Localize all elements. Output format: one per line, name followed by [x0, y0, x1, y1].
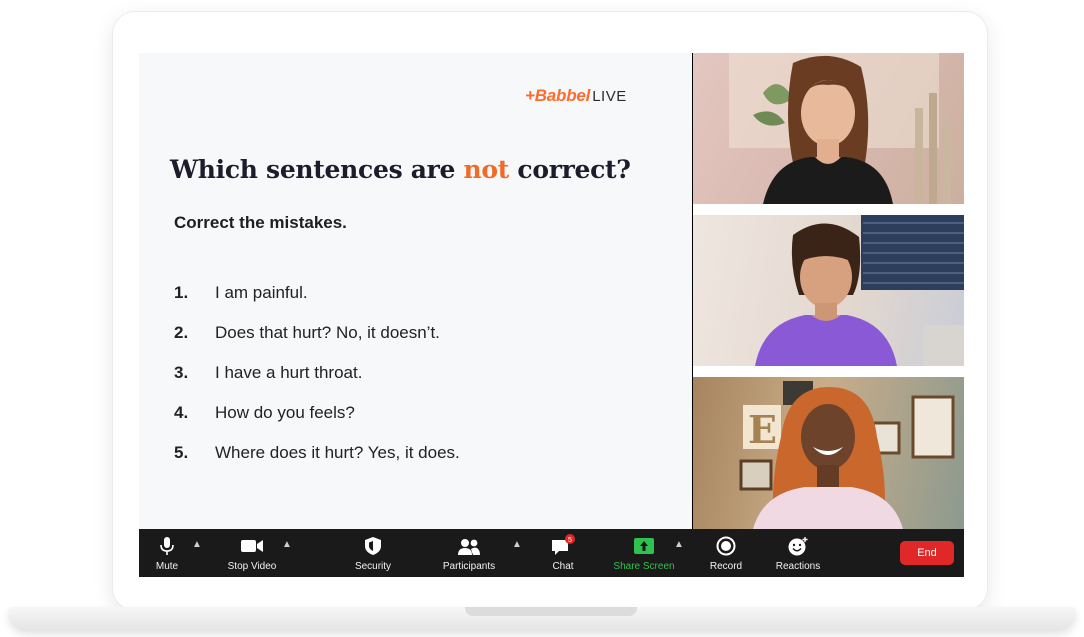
stop-video-button[interactable]: Stop Video	[219, 529, 285, 577]
participants-icon	[458, 539, 480, 555]
reactions-smiley-icon	[788, 537, 808, 556]
mute-button[interactable]: Mute	[147, 529, 187, 577]
shared-slide: +Babbel LIVE Which sentences are not corr…	[139, 53, 692, 529]
tile-divider	[693, 366, 964, 377]
question-text-start: Which sentences are	[170, 155, 464, 184]
share-screen-icon	[634, 538, 654, 554]
svg-text:E: E	[748, 407, 777, 452]
item-text: I have a hurt throat.	[215, 363, 363, 382]
item-text: I am painful.	[215, 283, 308, 302]
item-number: 1.	[174, 283, 189, 302]
stop-video-label: Stop Video	[227, 561, 277, 572]
microphone-icon	[160, 537, 174, 555]
brand-prefix: +Babbel	[525, 86, 591, 105]
shield-icon	[365, 537, 381, 555]
svg-text:5: 5	[568, 537, 572, 544]
record-button[interactable]: Record	[703, 529, 749, 577]
item-text: Does that hurt? No, it doesn’t.	[215, 323, 440, 342]
reactions-button[interactable]: Reactions	[771, 529, 825, 577]
video-tile-participant-1[interactable]	[693, 53, 964, 204]
chat-icon: 5	[552, 534, 575, 555]
chat-label: Chat	[552, 561, 574, 572]
share-screen-label: Share Screen	[613, 561, 675, 572]
participant-video-2	[755, 215, 964, 366]
meeting-window: +Babbel LIVE Which sentences are not corr…	[139, 53, 964, 577]
question-highlight: not	[463, 155, 510, 184]
security-button[interactable]: Security	[345, 529, 401, 577]
video-tile-participant-3[interactable]: E	[693, 377, 964, 529]
slide-question: Which sentences are not correct?	[170, 155, 631, 184]
audio-options-chevron-icon[interactable]: ▲	[192, 539, 202, 550]
participants-options-chevron-icon[interactable]: ▲	[512, 539, 522, 550]
mute-label: Mute	[155, 561, 179, 572]
end-meeting-button[interactable]: End	[900, 541, 954, 565]
brand-suffix: LIVE	[592, 88, 627, 105]
share-screen-button[interactable]: Share Screen	[609, 529, 679, 577]
video-tile-participant-2[interactable]	[693, 215, 964, 366]
participants-label: Participants	[442, 561, 496, 572]
record-label: Record	[709, 561, 743, 572]
item-number: 5.	[174, 443, 189, 462]
security-label: Security	[354, 561, 392, 572]
participant-video-3: E	[739, 381, 955, 529]
video-options-chevron-icon[interactable]: ▲	[282, 539, 292, 550]
laptop-notch	[465, 607, 637, 616]
chat-button[interactable]: 5 Chat	[543, 529, 583, 577]
babbel-live-logo: +Babbel LIVE	[525, 86, 627, 106]
participants-button[interactable]: Participants	[432, 529, 506, 577]
question-text-end: correct?	[509, 155, 631, 184]
participant-video-1	[729, 53, 951, 204]
slide-instruction: Correct the mistakes.	[174, 213, 347, 232]
share-options-chevron-icon[interactable]: ▲	[674, 539, 684, 550]
record-icon	[716, 536, 736, 556]
tile-divider	[693, 204, 964, 215]
item-text: Where does it hurt? Yes, it does.	[215, 443, 460, 462]
item-text: How do you feels?	[215, 403, 355, 422]
video-camera-icon	[241, 540, 263, 552]
reactions-label: Reactions	[775, 561, 821, 572]
item-number: 2.	[174, 323, 189, 342]
item-number: 3.	[174, 363, 189, 382]
meeting-toolbar: Mute ▲ Stop Video ▲ Security Participant…	[139, 529, 964, 577]
item-number: 4.	[174, 403, 189, 422]
